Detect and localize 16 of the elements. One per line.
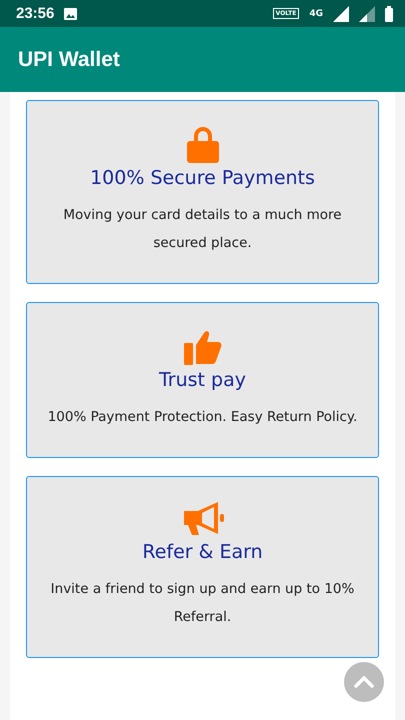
network-type: 4G [309, 8, 323, 18]
card-title: 100% Secure Payments [90, 167, 315, 189]
status-time: 23:56 [16, 5, 54, 22]
megaphone-icon [182, 501, 224, 537]
battery-icon [385, 6, 393, 22]
signal-icon [359, 6, 375, 22]
card-description: Moving your card details to a much more secured place. [62, 206, 343, 253]
card-description: 100% Payment Protection. Easy Return Policy. [48, 408, 358, 427]
card-title: Refer & Earn [142, 541, 263, 563]
image-icon [64, 8, 78, 20]
card-description: Invite a friend to sign up and earn up to 10% Referral. [50, 580, 356, 627]
card-title: Trust pay [158, 369, 246, 391]
signal-icon [333, 6, 349, 22]
chevron-up-icon [354, 676, 374, 688]
app-title: UPI Wallet [18, 48, 120, 72]
lock-icon [186, 125, 220, 163]
